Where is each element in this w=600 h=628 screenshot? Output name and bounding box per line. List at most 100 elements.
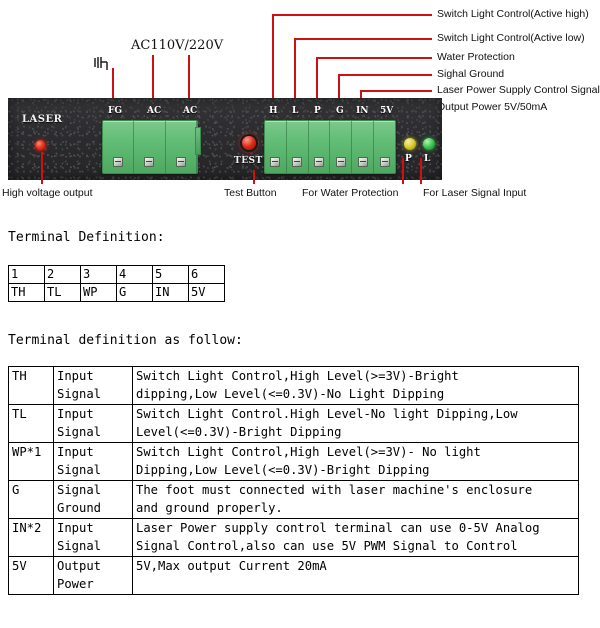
terminal-definition-table: TH Input Signal Switch Light Control,High…	[8, 366, 579, 595]
terminal-description-cell: Switch Light Control.High Level-No light…	[132, 404, 579, 443]
screw-icon	[113, 157, 124, 167]
terminal-pin-ac-2	[166, 121, 197, 173]
leader-line-high-voltage	[41, 152, 43, 184]
pin-label-ac-2: AC	[183, 106, 198, 116]
terminal-pin-ac-1	[134, 121, 166, 173]
caption-for-water-protection: For Water Protection	[302, 187, 399, 199]
callout-output-power-5v: Output Power 5V/50mA	[437, 101, 548, 113]
callout-laser-power-supply-control-signal: Laser Power Supply Control Signal	[437, 84, 600, 96]
leader-line-laser-signal-caption	[420, 158, 422, 184]
desc-line-2: Dipping,Low Level(<=0.3V)-Bright Dipping	[136, 462, 430, 477]
screw-icon	[357, 157, 368, 167]
type-line-2: Power	[57, 576, 94, 591]
laser-signal-indicator-led	[423, 138, 435, 150]
terminal-description-cell: Switch Light Control,High Level(>=3V)-Br…	[132, 366, 579, 405]
terminal-type-cell: Input Signal	[53, 404, 133, 443]
desc-line-1: Laser Power supply control terminal can …	[136, 521, 540, 535]
type-line-1: Output	[57, 559, 102, 573]
terminal-block-side-tab	[195, 127, 201, 155]
callout-water-protection: Water Protection	[437, 51, 515, 63]
callout-switch-light-active-low: Switch Light Control(Active low)	[437, 32, 585, 44]
screw-icon	[292, 157, 303, 167]
type-line-2: Ground	[57, 500, 102, 515]
desc-line-2: Signal Control,also can use 5V PWM Signa…	[136, 538, 518, 553]
terminal-pin-h	[265, 121, 287, 173]
leader-line-h-horizontal	[272, 14, 432, 16]
laser-power-supply-panel: LASER FG AC AC TEST H L P G IN 5V P L	[8, 98, 442, 180]
pin-name-cell: TL	[44, 283, 81, 302]
table-row: TL Input Signal Switch Light Control.High…	[8, 404, 579, 443]
leader-line-ac1	[152, 55, 154, 100]
pin-label-5v: 5V	[380, 106, 394, 116]
pin-label-fg: FG	[108, 106, 123, 116]
pin-label-ac-1: AC	[147, 106, 162, 116]
pin-number-cell: 6	[188, 265, 225, 284]
terminal-pin-g	[330, 121, 353, 173]
desc-line-1: Switch Light Control,High Level(>=3V)- N…	[136, 445, 481, 459]
pin-name-cell: G	[116, 283, 153, 302]
table-row-pin-names: TH TL WP G IN 5V	[8, 283, 225, 302]
led-label-l: L	[424, 154, 431, 164]
leader-line-l-vertical	[294, 38, 296, 100]
table-row: 5V Output Power 5V,Max output Current 20m…	[8, 556, 579, 595]
desc-line-2: Level(<=0.3V)-Bright Dipping	[136, 424, 342, 439]
desc-line-1: Switch Light Control,High Level(>=3V)-Br…	[136, 369, 459, 383]
pin-label-g: G	[336, 106, 344, 116]
terminal-description-cell: 5V,Max output Current 20mA	[132, 556, 579, 595]
screw-icon	[379, 157, 390, 167]
pin-number-cell: 5	[152, 265, 189, 284]
caption-high-voltage-output: High voltage output	[2, 187, 93, 199]
type-line-2: Signal	[57, 386, 102, 401]
type-line-1: Input	[57, 407, 94, 421]
terminal-pin-5v	[374, 121, 395, 173]
pin-number-cell: 4	[116, 265, 153, 284]
leader-line-g-vertical	[338, 74, 340, 100]
table-row: WP*1 Input Signal Switch Light Control,Hi…	[8, 442, 579, 481]
pin-number-cell: 3	[80, 265, 117, 284]
desc-line-1: 5V,Max output Current 20mA	[136, 559, 327, 573]
leader-line-test-button	[253, 170, 255, 184]
screw-icon	[175, 157, 186, 167]
signal-terminal-block	[264, 120, 396, 174]
terminal-name-cell: IN*2	[8, 518, 54, 557]
terminal-name-cell: G	[8, 480, 54, 519]
terminal-name-cell: 5V	[8, 556, 54, 595]
screw-icon	[314, 157, 325, 167]
heading-terminal-definition: Terminal Definition:	[8, 230, 165, 245]
type-line-2: Signal	[57, 462, 102, 477]
pin-number-cell: 1	[8, 265, 45, 284]
desc-line-2: dipping,Low Level(<=0.3V)-No Light Dippi…	[136, 386, 445, 401]
pin-name-cell: WP	[80, 283, 117, 302]
laser-text-label: LASER	[22, 114, 63, 125]
pin-name-cell: 5V	[188, 283, 225, 302]
test-button[interactable]	[240, 134, 258, 152]
pin-label-in: IN	[356, 106, 369, 116]
terminal-pin-fg	[103, 121, 135, 173]
table-row: IN*2 Input Signal Laser Power supply cont…	[8, 518, 579, 557]
terminal-description-cell: The foot must connected with laser machi…	[132, 480, 579, 519]
leader-line-water-protection-caption	[402, 158, 404, 184]
leader-line-h-vertical	[272, 14, 274, 100]
terminal-name-cell: WP*1	[8, 442, 54, 481]
leader-line-p-horizontal	[316, 57, 432, 59]
type-line-1: Input	[57, 369, 94, 383]
test-text-label: TEST	[234, 156, 263, 166]
caption-for-laser-signal-input: For Laser Signal Input	[423, 187, 527, 199]
pin-name-cell: TH	[8, 283, 45, 302]
terminal-type-cell: Input Signal	[53, 518, 133, 557]
water-protection-indicator-led	[404, 138, 416, 150]
type-line-1: Signal	[57, 483, 102, 497]
desc-line-1: The foot must connected with laser machi…	[136, 483, 533, 497]
terminal-type-cell: Input Signal	[53, 442, 133, 481]
table-row: TH Input Signal Switch Light Control,High…	[8, 366, 579, 405]
callout-switch-light-active-high: Switch Light Control(Active high)	[437, 8, 589, 20]
terminal-pin-p	[309, 121, 331, 173]
leader-line-in-horizontal	[360, 90, 432, 92]
high-voltage-output-led	[35, 140, 46, 151]
terminal-description-cell: Laser Power supply control terminal can …	[132, 518, 579, 557]
pin-label-l: L	[292, 106, 299, 116]
terminal-description-cell: Switch Light Control,High Level(>=3V)- N…	[132, 442, 579, 481]
leader-line-p-vertical	[316, 57, 318, 100]
desc-line-2: and ground properly.	[136, 500, 283, 515]
panel-diagram: AC110V/220V Switch Light Control(Active …	[0, 0, 600, 210]
